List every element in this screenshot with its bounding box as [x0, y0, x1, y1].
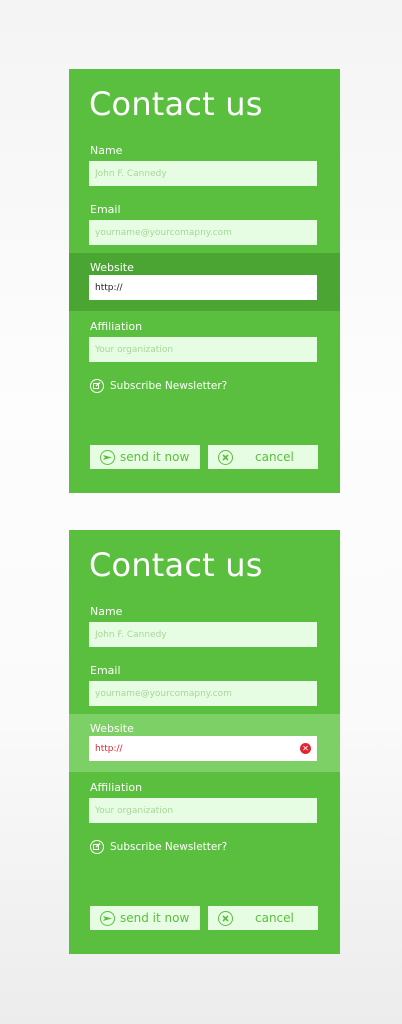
email-label: Email: [90, 664, 121, 677]
cancel-icon: [218, 910, 233, 926]
website-field-group-focused: Website: [69, 253, 340, 311]
name-label: Name: [90, 605, 123, 618]
error-icon[interactable]: ✕: [300, 743, 311, 754]
website-field-group-error: Website ✕: [69, 714, 340, 772]
name-input[interactable]: [89, 161, 317, 187]
send-button-label: send it now: [120, 911, 190, 925]
cancel-button-label: cancel: [255, 911, 294, 925]
subscribe-newsletter-toggle[interactable]: Subscribe Newsletter?: [90, 840, 227, 854]
affiliation-label: Affiliation: [90, 320, 143, 333]
contact-form-card-default: Contact us Name Email Website Affiliatio…: [69, 69, 340, 493]
email-input[interactable]: [89, 681, 317, 707]
affiliation-input[interactable]: [89, 798, 317, 824]
affiliation-field-group: Affiliation: [69, 778, 340, 836]
email-input[interactable]: [89, 220, 317, 246]
cancel-button[interactable]: cancel: [208, 906, 318, 930]
send-button[interactable]: send it now: [90, 906, 200, 930]
name-field-group: Name: [69, 602, 340, 660]
send-button[interactable]: send it now: [90, 445, 200, 469]
subscribe-label: Subscribe Newsletter?: [110, 841, 228, 853]
subscribe-label: Subscribe Newsletter?: [110, 380, 228, 392]
affiliation-field-group: Affiliation: [69, 317, 340, 375]
website-label: Website: [90, 722, 134, 735]
email-field-group: Email: [69, 200, 340, 258]
form-title: Contact us: [89, 546, 263, 584]
send-icon: [100, 449, 115, 465]
cancel-icon: [218, 449, 233, 465]
email-field-group: Email: [69, 661, 340, 719]
subscribe-newsletter-toggle[interactable]: Subscribe Newsletter?: [90, 379, 227, 393]
cancel-button-label: cancel: [255, 450, 294, 464]
name-field-group: Name: [69, 141, 340, 199]
affiliation-input[interactable]: [89, 337, 317, 363]
send-button-label: send it now: [120, 450, 190, 464]
newsletter-check-icon: [90, 379, 104, 393]
website-input[interactable]: [89, 275, 317, 301]
email-label: Email: [90, 203, 121, 216]
form-title: Contact us: [89, 85, 263, 123]
send-icon: [100, 910, 115, 926]
contact-form-card-error: Contact us Name Email Website ✕ Affiliat…: [69, 530, 340, 954]
website-label: Website: [90, 261, 134, 274]
name-input[interactable]: [89, 622, 317, 648]
website-input[interactable]: [89, 736, 317, 762]
name-label: Name: [90, 144, 123, 157]
cancel-button[interactable]: cancel: [208, 445, 318, 469]
affiliation-label: Affiliation: [90, 781, 143, 794]
newsletter-check-icon: [90, 840, 104, 854]
